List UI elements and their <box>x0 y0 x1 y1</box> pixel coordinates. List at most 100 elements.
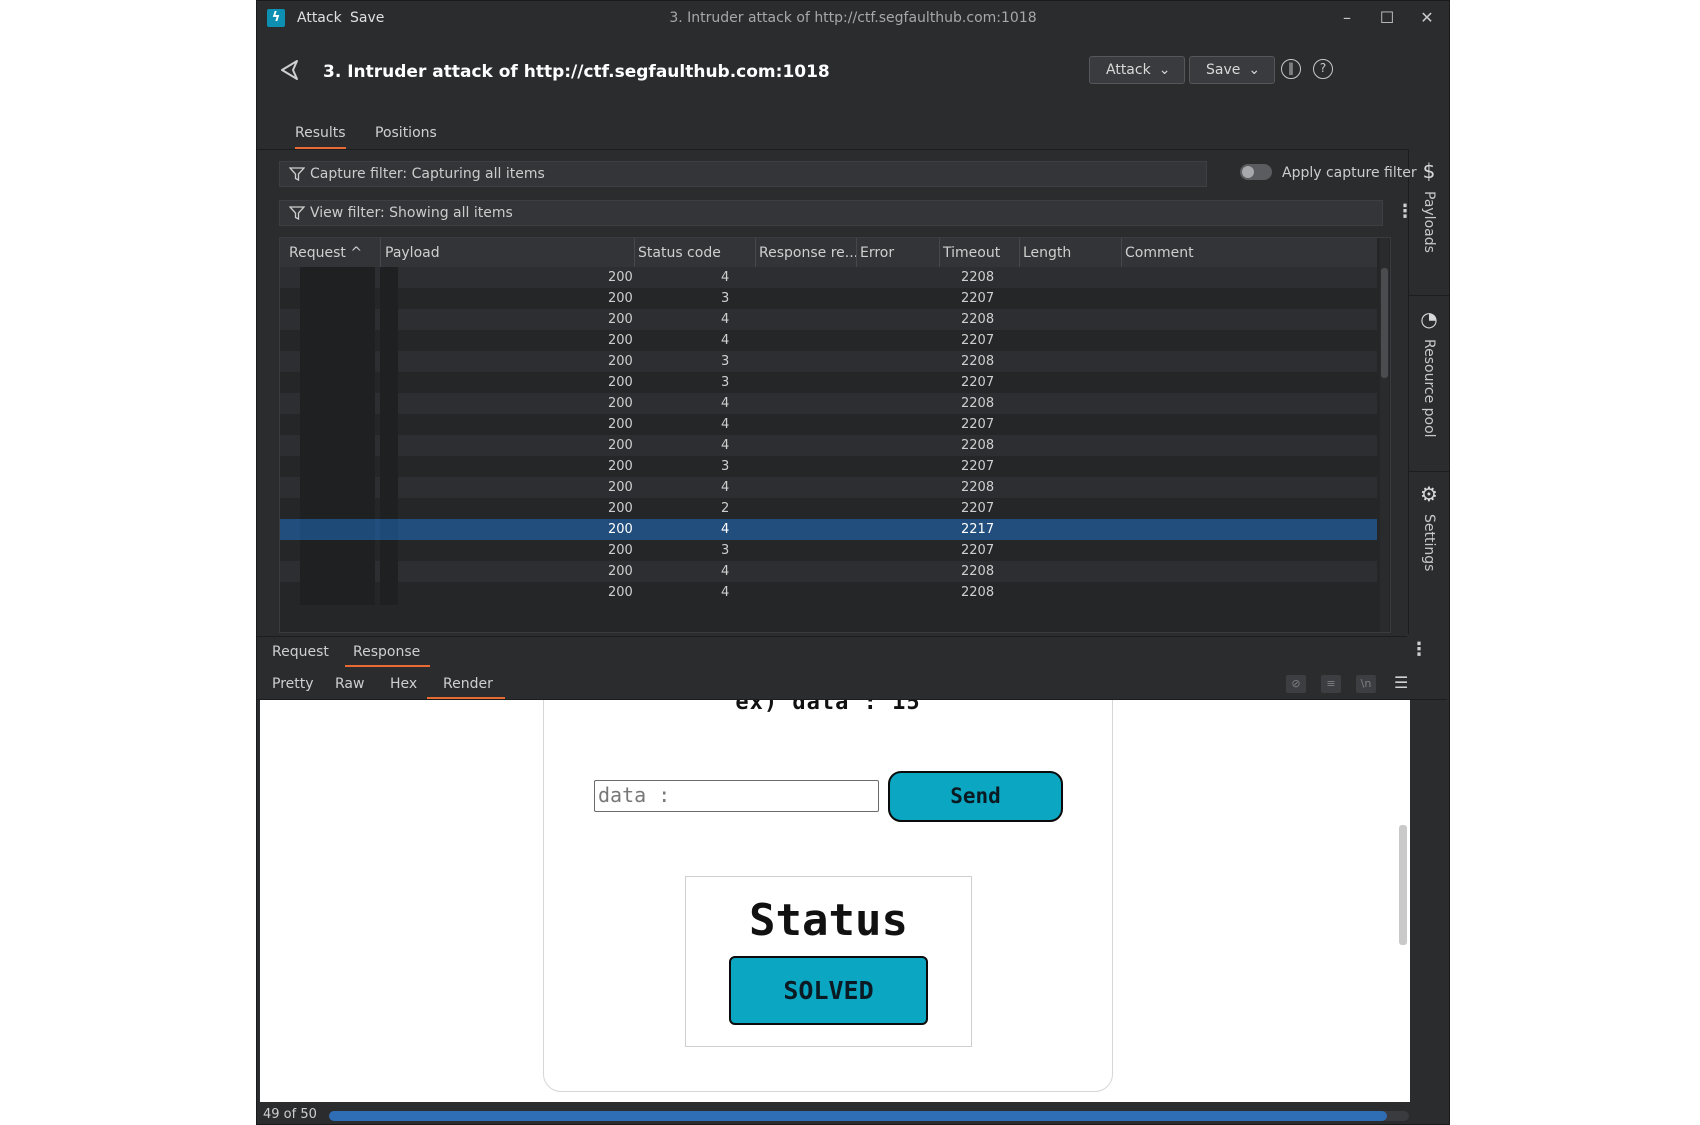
response-received-cell: 4 <box>721 438 730 453</box>
response-received-cell: 4 <box>721 417 730 432</box>
table-row[interactable]: 200 4 2208 <box>280 582 1377 605</box>
table-row[interactable]: 200 4 2208 <box>280 435 1377 458</box>
table-row[interactable]: 200 4 2208 <box>280 477 1377 500</box>
show-newlines-icon[interactable]: \n <box>1356 675 1376 693</box>
col-error[interactable]: Error <box>860 245 894 261</box>
close-icon[interactable]: ✕ <box>1407 5 1447 31</box>
payload-cell <box>380 372 398 395</box>
col-timeout[interactable]: Timeout <box>943 245 1000 261</box>
table-row[interactable]: 200 3 2207 <box>280 288 1377 311</box>
col-length[interactable]: Length <box>1023 245 1071 261</box>
payload-cell <box>380 351 398 374</box>
chevron-down-icon: ⌄ <box>1248 62 1261 78</box>
save-dropdown-button[interactable]: Save ⌄ <box>1189 56 1276 84</box>
example-text: ex) data : 15 <box>735 700 921 715</box>
attack-dropdown-button[interactable]: Attack ⌄ <box>1089 56 1186 84</box>
tab-response[interactable]: Response <box>345 644 431 667</box>
col-payload[interactable]: Payload <box>385 245 440 261</box>
request-cell <box>300 582 375 605</box>
gear-icon: ⚙ <box>1420 482 1438 506</box>
payload-cell <box>380 435 398 458</box>
tab-results[interactable]: Results <box>295 125 346 149</box>
payload-cell <box>380 456 398 479</box>
capture-filter-text: Capture filter: Capturing all items <box>310 166 545 182</box>
tab-positions[interactable]: Positions <box>375 125 437 141</box>
response-received-cell: 3 <box>721 459 730 474</box>
solved-badge: SOLVED <box>729 956 928 1025</box>
col-response-received[interactable]: Response re... <box>759 245 858 261</box>
hide-icon[interactable]: ⊘ <box>1286 675 1306 693</box>
tab-hex[interactable]: Hex <box>390 676 417 692</box>
send-button[interactable]: Send <box>888 771 1063 822</box>
sort-asc-icon: ^ <box>350 245 363 261</box>
length-cell: 2207 <box>961 333 995 348</box>
minimize-icon[interactable]: – <box>1327 5 1367 31</box>
tab-pretty[interactable]: Pretty <box>272 676 314 692</box>
table-row[interactable]: 200 2 2207 <box>280 498 1377 521</box>
table-row[interactable]: 200 3 2207 <box>280 372 1377 395</box>
more-options-icon[interactable]: ⋮ <box>1396 201 1414 222</box>
data-input[interactable]: data : <box>594 780 879 812</box>
render-scrollbar[interactable] <box>1396 700 1410 1102</box>
table-row[interactable]: 200 4 2208 <box>280 561 1377 584</box>
table-row[interactable]: 200 4 2208 <box>280 309 1377 332</box>
response-received-cell: 3 <box>721 354 730 369</box>
tab-raw[interactable]: Raw <box>335 676 364 692</box>
view-filter-bar[interactable]: View filter: Showing all items <box>279 200 1383 226</box>
status-cell: 200 <box>608 501 633 516</box>
rail-settings[interactable]: ⚙ Settings <box>1409 482 1449 575</box>
payload-cell <box>380 414 398 437</box>
table-row[interactable]: 200 4 2217 <box>280 519 1377 542</box>
request-cell <box>300 456 375 479</box>
status-box: Status SOLVED <box>685 876 972 1047</box>
length-cell: 2208 <box>961 438 995 453</box>
col-request[interactable]: Request ^ <box>289 245 362 261</box>
back-arrow-icon[interactable] <box>277 57 303 83</box>
table-scrollbar[interactable] <box>1380 238 1389 632</box>
attack-progress-bar <box>329 1111 1409 1121</box>
payload-cell <box>380 288 398 311</box>
status-title: Status <box>749 895 908 946</box>
tab-render[interactable]: Render <box>427 676 505 699</box>
table-row[interactable]: 200 4 2207 <box>280 414 1377 437</box>
tab-request[interactable]: Request <box>272 644 329 660</box>
response-received-cell: 3 <box>721 375 730 390</box>
wrap-lines-icon[interactable]: ≡ <box>1321 675 1341 693</box>
length-cell: 2208 <box>961 354 995 369</box>
help-icon[interactable]: ? <box>1313 59 1333 79</box>
status-cell: 200 <box>608 585 633 600</box>
capture-filter-bar[interactable]: Capture filter: Capturing all items <box>279 161 1207 187</box>
table-row[interactable]: 200 4 2207 <box>280 330 1377 353</box>
table-row[interactable]: 200 3 2207 <box>280 456 1377 479</box>
menu-icon[interactable]: ☰ <box>1394 673 1408 692</box>
table-row[interactable]: 200 4 2208 <box>280 267 1377 290</box>
response-received-cell: 4 <box>721 480 730 495</box>
message-options-icon[interactable]: ⋮ <box>1410 639 1428 660</box>
length-cell: 2208 <box>961 564 995 579</box>
request-cell <box>300 288 375 311</box>
col-status-code[interactable]: Status code <box>638 245 721 261</box>
filter-icon <box>289 206 305 220</box>
intruder-attack-window: ϟ Attack Save 3. Intruder attack of http… <box>256 0 1450 1125</box>
table-row[interactable]: 200 3 2207 <box>280 540 1377 563</box>
request-cell <box>300 477 375 500</box>
apply-capture-filter-toggle[interactable] <box>1240 164 1272 180</box>
length-cell: 2207 <box>961 291 995 306</box>
results-table: Request ^ Payload Status code Response r… <box>279 237 1391 633</box>
window-title: 3. Intruder attack of http://ctf.segfaul… <box>669 10 1037 26</box>
status-cell: 200 <box>608 312 633 327</box>
attack-button-label: Attack <box>1106 62 1151 78</box>
maximize-icon[interactable]: ☐ <box>1367 5 1407 31</box>
table-row[interactable]: 200 4 2208 <box>280 393 1377 416</box>
view-filter-text: View filter: Showing all items <box>310 205 513 221</box>
pause-icon[interactable]: ‖ <box>1281 59 1301 79</box>
length-cell: 2208 <box>961 480 995 495</box>
response-received-cell: 4 <box>721 396 730 411</box>
rail-resource-pool[interactable]: ◔ Resource pool <box>1409 307 1449 442</box>
col-comment[interactable]: Comment <box>1125 245 1194 261</box>
request-cell <box>300 519 375 542</box>
table-row[interactable]: 200 3 2208 <box>280 351 1377 374</box>
response-received-cell: 4 <box>721 312 730 327</box>
payload-cell <box>380 498 398 521</box>
payload-cell <box>380 561 398 584</box>
